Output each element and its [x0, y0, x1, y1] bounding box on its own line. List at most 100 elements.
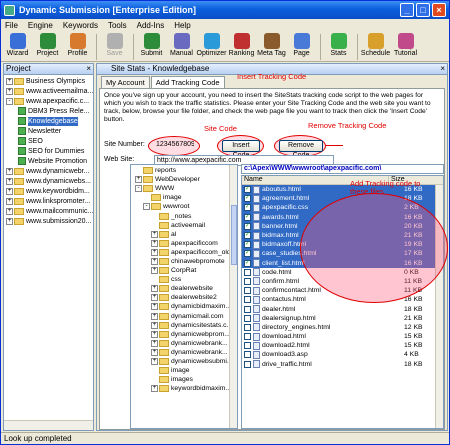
folder-tree-item[interactable]: + WebDeveloper: [133, 175, 237, 184]
scrollbar-thumb[interactable]: [231, 205, 237, 265]
expand-icon[interactable]: +: [151, 257, 158, 265]
folder-tree-item[interactable]: + dynamicwebprom...: [133, 330, 237, 339]
expand-icon[interactable]: +: [6, 177, 13, 185]
project-tree-item[interactable]: + www.dynamicwebr...: [4, 166, 93, 176]
folder-tree-item[interactable]: + dealerwebsite: [133, 284, 237, 293]
folder-tree-item[interactable]: + dealerwebsite2: [133, 293, 237, 302]
expand-icon[interactable]: +: [6, 77, 13, 85]
folder-tree-item[interactable]: activeemail: [133, 221, 237, 230]
schedule-button[interactable]: Schedule: [361, 32, 390, 62]
folder-tree-item[interactable]: - WWW: [133, 184, 237, 193]
file-row[interactable]: directory_engines.html 12 KB: [242, 323, 443, 332]
tutorial-button[interactable]: Tutorial: [391, 32, 420, 62]
expand-icon[interactable]: +: [151, 339, 158, 347]
project-tree-item[interactable]: + www.linkspromoter...: [4, 196, 93, 206]
expand-icon[interactable]: +: [151, 239, 158, 247]
menu-item-help[interactable]: Help: [174, 21, 190, 30]
insert-code-button[interactable]: Insert Code: [222, 140, 260, 159]
folder-tree-item[interactable]: + dynamicmail.com: [133, 312, 237, 321]
file-checkbox[interactable]: [244, 333, 251, 341]
expand-icon[interactable]: +: [6, 217, 13, 225]
menu-item-engine[interactable]: Engine: [28, 21, 53, 30]
file-checkbox[interactable]: ✓: [244, 195, 251, 203]
folder-tree-item[interactable]: + keywordbidmaxim...: [133, 384, 237, 393]
project-tree-item[interactable]: Website Promotion: [4, 156, 93, 166]
project-tree-item[interactable]: DBM3 Press Rele...: [4, 106, 93, 116]
expand-icon[interactable]: +: [6, 167, 13, 175]
expand-icon[interactable]: +: [151, 358, 158, 366]
expand-icon[interactable]: +: [6, 197, 13, 205]
expand-icon[interactable]: +: [151, 285, 158, 293]
expand-icon[interactable]: +: [151, 330, 158, 338]
ranking-button[interactable]: Ranking: [227, 32, 256, 62]
menu-item-keywords[interactable]: Keywords: [63, 21, 98, 30]
menu-item-file[interactable]: File: [5, 21, 18, 30]
project-tree-item[interactable]: + www.dynamicwebs...: [4, 176, 93, 186]
expand-icon[interactable]: +: [151, 321, 158, 329]
folder-tree-item[interactable]: reports: [133, 166, 237, 175]
folder-tree-item[interactable]: + apexpacificcom: [133, 239, 237, 248]
stats-button[interactable]: Stats: [324, 32, 353, 62]
file-row[interactable]: download3.asp 4 KB: [242, 350, 443, 359]
folder-tree-item[interactable]: + al: [133, 230, 237, 239]
expand-icon[interactable]: +: [151, 385, 158, 393]
file-checkbox[interactable]: [244, 287, 251, 295]
page-button[interactable]: Page: [287, 32, 316, 62]
expand-icon[interactable]: +: [6, 87, 13, 95]
folder-tree-item[interactable]: + dynamicsitestats.c...: [133, 321, 237, 330]
folder-tree-item[interactable]: image: [133, 366, 237, 375]
folder-tree-item[interactable]: + apexpacificcom_old: [133, 248, 237, 257]
file-checkbox[interactable]: [244, 351, 251, 359]
menu-item-tools[interactable]: Tools: [108, 21, 127, 30]
expand-icon[interactable]: +: [151, 267, 158, 275]
expand-icon[interactable]: +: [151, 248, 158, 256]
project-tree-item[interactable]: + www.submission20...: [4, 216, 93, 226]
folder-tree-scrollbar[interactable]: [229, 165, 237, 428]
minimize-button[interactable]: _: [400, 3, 414, 17]
project-tree-item[interactable]: + www.activeemailma...: [4, 86, 93, 96]
profile-button[interactable]: Profile: [63, 32, 92, 62]
file-checkbox[interactable]: [244, 360, 251, 368]
file-row[interactable]: download2.html 15 KB: [242, 341, 443, 350]
file-checkbox[interactable]: [244, 268, 251, 276]
expand-icon[interactable]: +: [135, 176, 142, 184]
file-checkbox[interactable]: ✓: [244, 204, 251, 212]
project-tree-item[interactable]: Knowledgebase: [4, 116, 93, 126]
file-checkbox[interactable]: ✓: [244, 186, 251, 194]
file-row[interactable]: dealer.html 18 KB: [242, 304, 443, 314]
project-tree-item[interactable]: - www.apexpacific.c...: [4, 96, 93, 106]
folder-tree-item[interactable]: + dynamicwebsubmi...: [133, 357, 237, 366]
submit-button[interactable]: Submit: [137, 32, 166, 62]
file-checkbox[interactable]: ✓: [244, 259, 251, 267]
expand-icon[interactable]: +: [151, 348, 158, 356]
remove-code-button[interactable]: Remove Code: [279, 140, 323, 159]
project-tree-item[interactable]: SEO for Dummies: [4, 146, 93, 156]
file-checkbox[interactable]: [244, 342, 251, 350]
file-checkbox[interactable]: ✓: [244, 213, 251, 221]
expand-icon[interactable]: +: [6, 187, 13, 195]
project-tree-item[interactable]: + www.keywordbidm...: [4, 186, 93, 196]
expand-icon[interactable]: +: [151, 230, 158, 238]
file-checkbox[interactable]: ✓: [244, 232, 251, 240]
project-tree-item[interactable]: + Business Olympics: [4, 76, 93, 86]
file-checkbox[interactable]: [244, 277, 251, 285]
file-checkbox[interactable]: ✓: [244, 222, 251, 230]
folder-tree-item[interactable]: + dynamicwebrank...: [133, 339, 237, 348]
folder-tree-item[interactable]: - wwwroot: [133, 202, 237, 211]
folder-tree-item[interactable]: css: [133, 275, 237, 284]
panel-close-icon[interactable]: ×: [440, 64, 445, 73]
file-checkbox[interactable]: [244, 314, 251, 322]
folder-tree-item[interactable]: _notes: [133, 211, 237, 220]
menu-item-addins[interactable]: Add-Ins: [137, 21, 165, 30]
tab-my-account[interactable]: My Account: [101, 76, 150, 88]
project-tree-item[interactable]: Newsletter: [4, 126, 93, 136]
folder-tree-item[interactable]: + dynamicbidmaxim...: [133, 302, 237, 311]
manual-button[interactable]: Manual: [167, 32, 196, 62]
folder-tree-item[interactable]: + chinawebpromote: [133, 257, 237, 266]
collapse-icon[interactable]: -: [6, 97, 13, 105]
project-button[interactable]: Project: [33, 32, 62, 62]
expand-icon[interactable]: +: [151, 303, 158, 311]
file-checkbox[interactable]: ✓: [244, 250, 251, 258]
folder-tree-item[interactable]: + CorpRat: [133, 266, 237, 275]
optimizer-button[interactable]: Optimizer: [197, 32, 226, 62]
